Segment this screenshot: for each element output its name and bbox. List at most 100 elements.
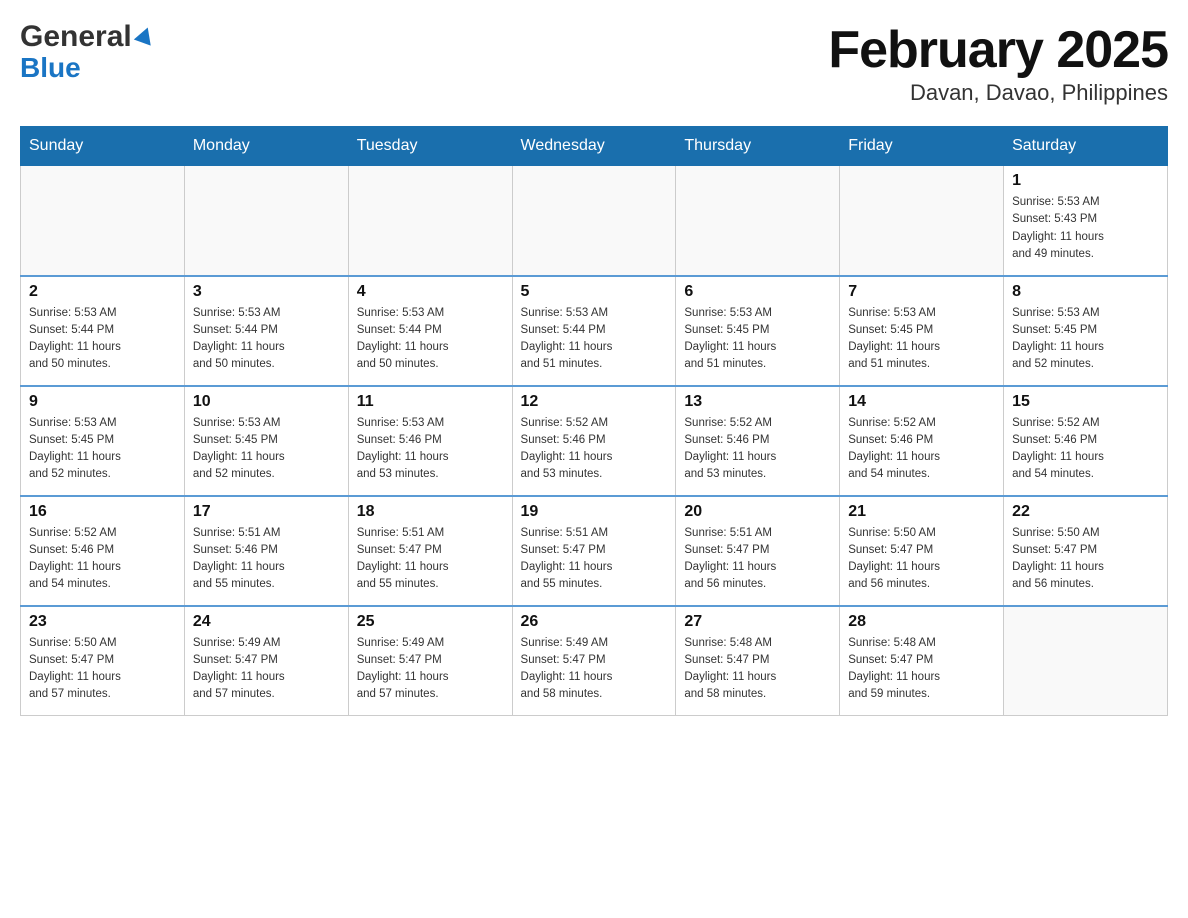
day-number: 15 [1012,393,1159,411]
calendar-title: February 2025 [828,20,1168,80]
calendar-day-cell [676,166,840,276]
logo-general-text: General [20,20,132,54]
day-info: Sunrise: 5:52 AM Sunset: 5:46 PM Dayligh… [848,415,995,484]
day-number: 17 [193,503,340,521]
calendar-day-cell: 28 Sunrise: 5:48 AM Sunset: 5:47 PM Dayli… [840,606,1004,716]
calendar-header-tuesday: Tuesday [348,127,512,166]
calendar-day-cell [1004,606,1168,716]
day-info: Sunrise: 5:53 AM Sunset: 5:44 PM Dayligh… [29,305,176,374]
day-info: Sunrise: 5:53 AM Sunset: 5:44 PM Dayligh… [521,305,668,374]
logo-triangle-icon [134,24,156,45]
day-number: 14 [848,393,995,411]
calendar-header-sunday: Sunday [21,127,185,166]
day-info: Sunrise: 5:52 AM Sunset: 5:46 PM Dayligh… [521,415,668,484]
day-number: 16 [29,503,176,521]
day-number: 23 [29,613,176,631]
calendar-week-row: 23 Sunrise: 5:50 AM Sunset: 5:47 PM Dayli… [21,606,1168,716]
day-info: Sunrise: 5:52 AM Sunset: 5:46 PM Dayligh… [1012,415,1159,484]
calendar-week-row: 16 Sunrise: 5:52 AM Sunset: 5:46 PM Dayli… [21,496,1168,606]
calendar-day-cell: 25 Sunrise: 5:49 AM Sunset: 5:47 PM Dayli… [348,606,512,716]
page-header: General Blue February 2025 Davan, Davao,… [20,20,1168,106]
day-info: Sunrise: 5:49 AM Sunset: 5:47 PM Dayligh… [357,635,504,704]
calendar-header-row: SundayMondayTuesdayWednesdayThursdayFrid… [21,127,1168,166]
day-number: 26 [521,613,668,631]
calendar-day-cell: 6 Sunrise: 5:53 AM Sunset: 5:45 PM Daylig… [676,276,840,386]
day-number: 28 [848,613,995,631]
day-info: Sunrise: 5:52 AM Sunset: 5:46 PM Dayligh… [29,525,176,594]
calendar-day-cell: 22 Sunrise: 5:50 AM Sunset: 5:47 PM Dayli… [1004,496,1168,606]
logo-blue-text: Blue [20,52,81,84]
day-number: 18 [357,503,504,521]
day-number: 1 [1012,172,1159,190]
calendar-header-saturday: Saturday [1004,127,1168,166]
calendar-header-wednesday: Wednesday [512,127,676,166]
calendar-day-cell [348,166,512,276]
calendar-header-monday: Monday [184,127,348,166]
day-number: 27 [684,613,831,631]
day-number: 25 [357,613,504,631]
day-info: Sunrise: 5:53 AM Sunset: 5:45 PM Dayligh… [29,415,176,484]
calendar-day-cell: 1Sunrise: 5:53 AM Sunset: 5:43 PM Daylig… [1004,166,1168,276]
calendar-day-cell: 17 Sunrise: 5:51 AM Sunset: 5:46 PM Dayli… [184,496,348,606]
logo: General Blue [20,20,154,84]
title-area: February 2025 Davan, Davao, Philippines [828,20,1168,106]
calendar-day-cell [512,166,676,276]
day-info: Sunrise: 5:53 AM Sunset: 5:45 PM Dayligh… [193,415,340,484]
day-info: Sunrise: 5:50 AM Sunset: 5:47 PM Dayligh… [1012,525,1159,594]
calendar-day-cell: 11 Sunrise: 5:53 AM Sunset: 5:46 PM Dayli… [348,386,512,496]
day-info: Sunrise: 5:53 AM Sunset: 5:45 PM Dayligh… [1012,305,1159,374]
calendar-day-cell: 4 Sunrise: 5:53 AM Sunset: 5:44 PM Daylig… [348,276,512,386]
day-number: 8 [1012,283,1159,301]
day-info: Sunrise: 5:53 AM Sunset: 5:45 PM Dayligh… [848,305,995,374]
calendar-day-cell: 24 Sunrise: 5:49 AM Sunset: 5:47 PM Dayli… [184,606,348,716]
day-number: 22 [1012,503,1159,521]
day-info: Sunrise: 5:51 AM Sunset: 5:47 PM Dayligh… [684,525,831,594]
day-info: Sunrise: 5:49 AM Sunset: 5:47 PM Dayligh… [521,635,668,704]
calendar-day-cell: 7Sunrise: 5:53 AM Sunset: 5:45 PM Daylig… [840,276,1004,386]
day-number: 20 [684,503,831,521]
calendar-day-cell: 14 Sunrise: 5:52 AM Sunset: 5:46 PM Dayli… [840,386,1004,496]
day-number: 21 [848,503,995,521]
calendar-day-cell: 12 Sunrise: 5:52 AM Sunset: 5:46 PM Dayli… [512,386,676,496]
day-info: Sunrise: 5:53 AM Sunset: 5:46 PM Dayligh… [357,415,504,484]
day-number: 4 [357,283,504,301]
calendar-week-row: 9Sunrise: 5:53 AM Sunset: 5:45 PM Daylig… [21,386,1168,496]
calendar-day-cell: 20 Sunrise: 5:51 AM Sunset: 5:47 PM Dayli… [676,496,840,606]
calendar-day-cell: 15 Sunrise: 5:52 AM Sunset: 5:46 PM Dayli… [1004,386,1168,496]
day-number: 11 [357,393,504,411]
day-info: Sunrise: 5:50 AM Sunset: 5:47 PM Dayligh… [848,525,995,594]
calendar-day-cell: 8 Sunrise: 5:53 AM Sunset: 5:45 PM Daylig… [1004,276,1168,386]
day-info: Sunrise: 5:53 AM Sunset: 5:45 PM Dayligh… [684,305,831,374]
day-number: 24 [193,613,340,631]
day-number: 5 [521,283,668,301]
calendar-day-cell: 19 Sunrise: 5:51 AM Sunset: 5:47 PM Dayli… [512,496,676,606]
day-info: Sunrise: 5:52 AM Sunset: 5:46 PM Dayligh… [684,415,831,484]
calendar-day-cell: 21 Sunrise: 5:50 AM Sunset: 5:47 PM Dayli… [840,496,1004,606]
day-number: 13 [684,393,831,411]
calendar-day-cell: 18 Sunrise: 5:51 AM Sunset: 5:47 PM Dayli… [348,496,512,606]
day-info: Sunrise: 5:53 AM Sunset: 5:44 PM Dayligh… [357,305,504,374]
day-number: 3 [193,283,340,301]
day-info: Sunrise: 5:48 AM Sunset: 5:47 PM Dayligh… [848,635,995,704]
day-info: Sunrise: 5:50 AM Sunset: 5:47 PM Dayligh… [29,635,176,704]
calendar-table: SundayMondayTuesdayWednesdayThursdayFrid… [20,126,1168,716]
calendar-week-row: 2Sunrise: 5:53 AM Sunset: 5:44 PM Daylig… [21,276,1168,386]
day-info: Sunrise: 5:49 AM Sunset: 5:47 PM Dayligh… [193,635,340,704]
day-number: 19 [521,503,668,521]
calendar-day-cell: 13 Sunrise: 5:52 AM Sunset: 5:46 PM Dayli… [676,386,840,496]
calendar-header-thursday: Thursday [676,127,840,166]
calendar-day-cell: 3 Sunrise: 5:53 AM Sunset: 5:44 PM Daylig… [184,276,348,386]
calendar-week-row: 1Sunrise: 5:53 AM Sunset: 5:43 PM Daylig… [21,166,1168,276]
calendar-day-cell: 10Sunrise: 5:53 AM Sunset: 5:45 PM Dayli… [184,386,348,496]
calendar-day-cell: 9Sunrise: 5:53 AM Sunset: 5:45 PM Daylig… [21,386,185,496]
day-number: 12 [521,393,668,411]
day-info: Sunrise: 5:51 AM Sunset: 5:46 PM Dayligh… [193,525,340,594]
calendar-day-cell [184,166,348,276]
day-info: Sunrise: 5:51 AM Sunset: 5:47 PM Dayligh… [357,525,504,594]
day-info: Sunrise: 5:48 AM Sunset: 5:47 PM Dayligh… [684,635,831,704]
calendar-day-cell: 5 Sunrise: 5:53 AM Sunset: 5:44 PM Daylig… [512,276,676,386]
day-info: Sunrise: 5:53 AM Sunset: 5:44 PM Dayligh… [193,305,340,374]
day-number: 6 [684,283,831,301]
calendar-day-cell: 27 Sunrise: 5:48 AM Sunset: 5:47 PM Dayli… [676,606,840,716]
day-info: Sunrise: 5:51 AM Sunset: 5:47 PM Dayligh… [521,525,668,594]
